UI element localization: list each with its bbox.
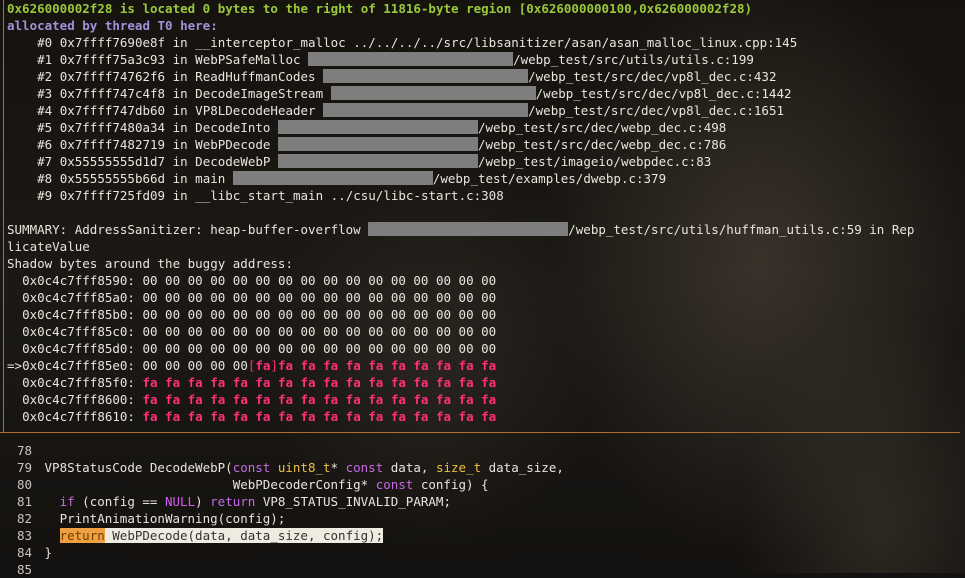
buggy-byte-bracket: ]	[270, 358, 278, 373]
shadow-row: 0x0c4c7fff85a0: 00 00 00 00 00 00 00 00 …	[22, 290, 497, 305]
pane-left-border	[3, 0, 4, 432]
code-line: 79 VP8StatusCode DecodeWebP(const uint8_…	[17, 460, 564, 475]
stack-frame: #5 0x7ffff7480a34 in DecodeInto /webp_te…	[37, 120, 727, 135]
code-line: 85	[17, 561, 564, 578]
stack-frame: #0 0x7ffff7690e8f in __interceptor_mallo…	[37, 35, 798, 50]
line-number: 80	[17, 477, 33, 492]
redacted-path	[277, 120, 478, 134]
stack-frame: #6 0x7ffff7482719 in WebPDecode /webp_te…	[37, 137, 727, 152]
redacted-path	[368, 222, 569, 236]
code-editor[interactable]: 78 79 VP8StatusCode DecodeWebP(const uin…	[17, 442, 564, 578]
pane-divider[interactable]	[0, 432, 960, 433]
asan-allocated-by-line: allocated by thread T0 here:	[7, 18, 218, 33]
code-line: 80 WebPDecoderConfig* const config) {	[17, 477, 489, 492]
buggy-byte: fa	[255, 358, 271, 373]
line-number: 78	[17, 443, 33, 458]
stack-frame: #8 0x55555555b66d in main /webp_test/exa…	[37, 171, 667, 186]
redacted-path	[277, 154, 478, 168]
code-line: 81 if (config == NULL) return VP8_STATUS…	[17, 494, 451, 509]
redacted-path	[323, 69, 529, 83]
line-number: 79	[17, 460, 33, 475]
line-number: 82	[17, 511, 33, 526]
shadow-row-redzone: 0x0c4c7fff8610: fa fa fa fa fa fa fa fa …	[22, 409, 497, 424]
summary-line: SUMMARY: AddressSanitizer: heap-buffer-o…	[7, 222, 915, 237]
stack-frame: #3 0x7ffff747c4f8 in DecodeImageStream /…	[37, 86, 792, 101]
redacted-path	[330, 86, 536, 100]
line-number: 85	[17, 562, 33, 577]
redacted-path	[323, 103, 529, 117]
stack-frame: #2 0x7ffff74762f6 in ReadHuffmanCodes /w…	[37, 69, 777, 84]
line-number: 83	[17, 528, 33, 543]
stack-frame: #1 0x7ffff75a3c93 in WebPSafeMalloc /web…	[37, 52, 754, 67]
line-number: 81	[17, 494, 33, 509]
shadow-row-buggy: =>0x0c4c7fff85e0: 00 00 00 00 00[fa]fa f…	[7, 358, 497, 373]
code-line: 84 }	[17, 545, 53, 560]
shadow-row: 0x0c4c7fff85c0: 00 00 00 00 00 00 00 00 …	[22, 324, 497, 339]
shadow-row-redzone: 0x0c4c7fff85f0: fa fa fa fa fa fa fa fa …	[22, 375, 497, 390]
shadow-bytes-title: Shadow bytes around the buggy address:	[7, 256, 293, 271]
shadow-row-redzone: 0x0c4c7fff8600: fa fa fa fa fa fa fa fa …	[22, 392, 497, 407]
redacted-path	[277, 137, 478, 151]
code-line-highlighted: 83 return WebPDecode(data, data_size, co…	[17, 528, 384, 543]
redacted-path	[308, 52, 514, 66]
line-number: 84	[17, 545, 33, 560]
asan-location-line: 0x626000002f28 is located 0 bytes to the…	[7, 1, 753, 16]
code-line: 82 PrintAnimationWarning(config);	[17, 511, 286, 526]
stack-frame: #7 0x55555555d1d7 in DecodeWebP /webp_te…	[37, 154, 712, 169]
shadow-row: 0x0c4c7fff85d0: 00 00 00 00 00 00 00 00 …	[22, 341, 497, 356]
code-line: 78	[17, 442, 564, 459]
redacted-path	[232, 171, 433, 185]
summary-continuation: licateValue	[7, 239, 90, 254]
terminal-output[interactable]: 0x626000002f28 is located 0 bytes to the…	[7, 0, 962, 425]
shadow-row: 0x0c4c7fff85b0: 00 00 00 00 00 00 00 00 …	[22, 307, 497, 322]
stack-frame: #9 0x7ffff725fd09 in __libc_start_main .…	[37, 188, 504, 203]
stack-frame: #4 0x7ffff747db60 in VP8LDecodeHeader /w…	[37, 103, 784, 118]
shadow-row: 0x0c4c7fff8590: 00 00 00 00 00 00 00 00 …	[22, 273, 497, 288]
